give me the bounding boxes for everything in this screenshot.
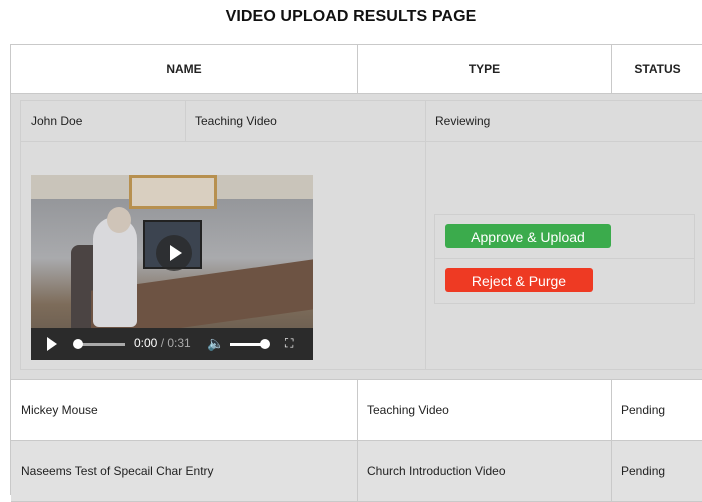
row-status: Pending [621, 464, 666, 478]
volume-knob[interactable] [260, 339, 270, 349]
table-row[interactable]: Mickey Mouse Teaching Video Pending [11, 380, 702, 441]
volume-icon[interactable]: 🔈 [207, 335, 224, 352]
header-status: STATUS [634, 62, 681, 76]
divider [611, 45, 612, 93]
divider [425, 141, 426, 369]
row-type: Teaching Video [367, 403, 449, 417]
divider [425, 101, 426, 141]
divider [611, 380, 612, 440]
actions-panel: Approve & Upload Reject & Purge [434, 214, 695, 304]
expanded-name: John Doe [31, 114, 83, 128]
video-scene-head [107, 207, 131, 233]
row-name: Mickey Mouse [21, 403, 98, 417]
current-time: 0:00 [134, 336, 158, 350]
big-play-icon[interactable] [156, 235, 192, 271]
header-name: NAME [166, 62, 202, 76]
play-icon[interactable] [47, 337, 57, 351]
divider [357, 380, 358, 440]
expanded-type: Teaching Video [195, 114, 277, 128]
video-controls: 0:00 / 0:31 🔈 ⛶ [31, 328, 313, 360]
divider [435, 258, 694, 259]
expanded-status: Reviewing [435, 114, 491, 128]
divider [185, 101, 186, 141]
time-display: 0:00 / 0:31 [134, 336, 191, 350]
divider [611, 441, 612, 501]
video-scene-person [93, 217, 137, 327]
page-title: VIDEO UPLOAD RESULTS PAGE [225, 8, 477, 25]
row-type: Church Introduction Video [367, 464, 506, 478]
volume-slider[interactable] [230, 343, 264, 346]
results-table: NAME TYPE STATUS John Doe Teaching Video… [10, 44, 702, 502]
expanded-detail: John Doe Teaching Video Reviewing 0:00 /… [20, 100, 702, 370]
row-status: Pending [621, 403, 666, 417]
header-type: TYPE [468, 62, 501, 76]
fullscreen-icon[interactable]: ⛶ [285, 336, 293, 351]
progress-knob[interactable] [73, 339, 83, 349]
expanded-summary-row[interactable]: John Doe Teaching Video Reviewing [21, 101, 702, 142]
expanded-row: John Doe Teaching Video Reviewing 0:00 /… [11, 94, 702, 380]
row-name: Naseems Test of Specail Char Entry [21, 464, 214, 478]
table-row[interactable]: Naseems Test of Specail Char Entry Churc… [11, 441, 702, 502]
table-header: NAME TYPE STATUS [11, 45, 702, 94]
duration: / 0:31 [160, 336, 191, 350]
reject-purge-button[interactable]: Reject & Purge [445, 268, 593, 292]
divider [357, 45, 358, 93]
divider [357, 441, 358, 501]
approve-upload-button[interactable]: Approve & Upload [445, 224, 611, 248]
video-scene-picture [129, 175, 217, 209]
video-player[interactable]: 0:00 / 0:31 🔈 ⛶ [31, 175, 313, 360]
